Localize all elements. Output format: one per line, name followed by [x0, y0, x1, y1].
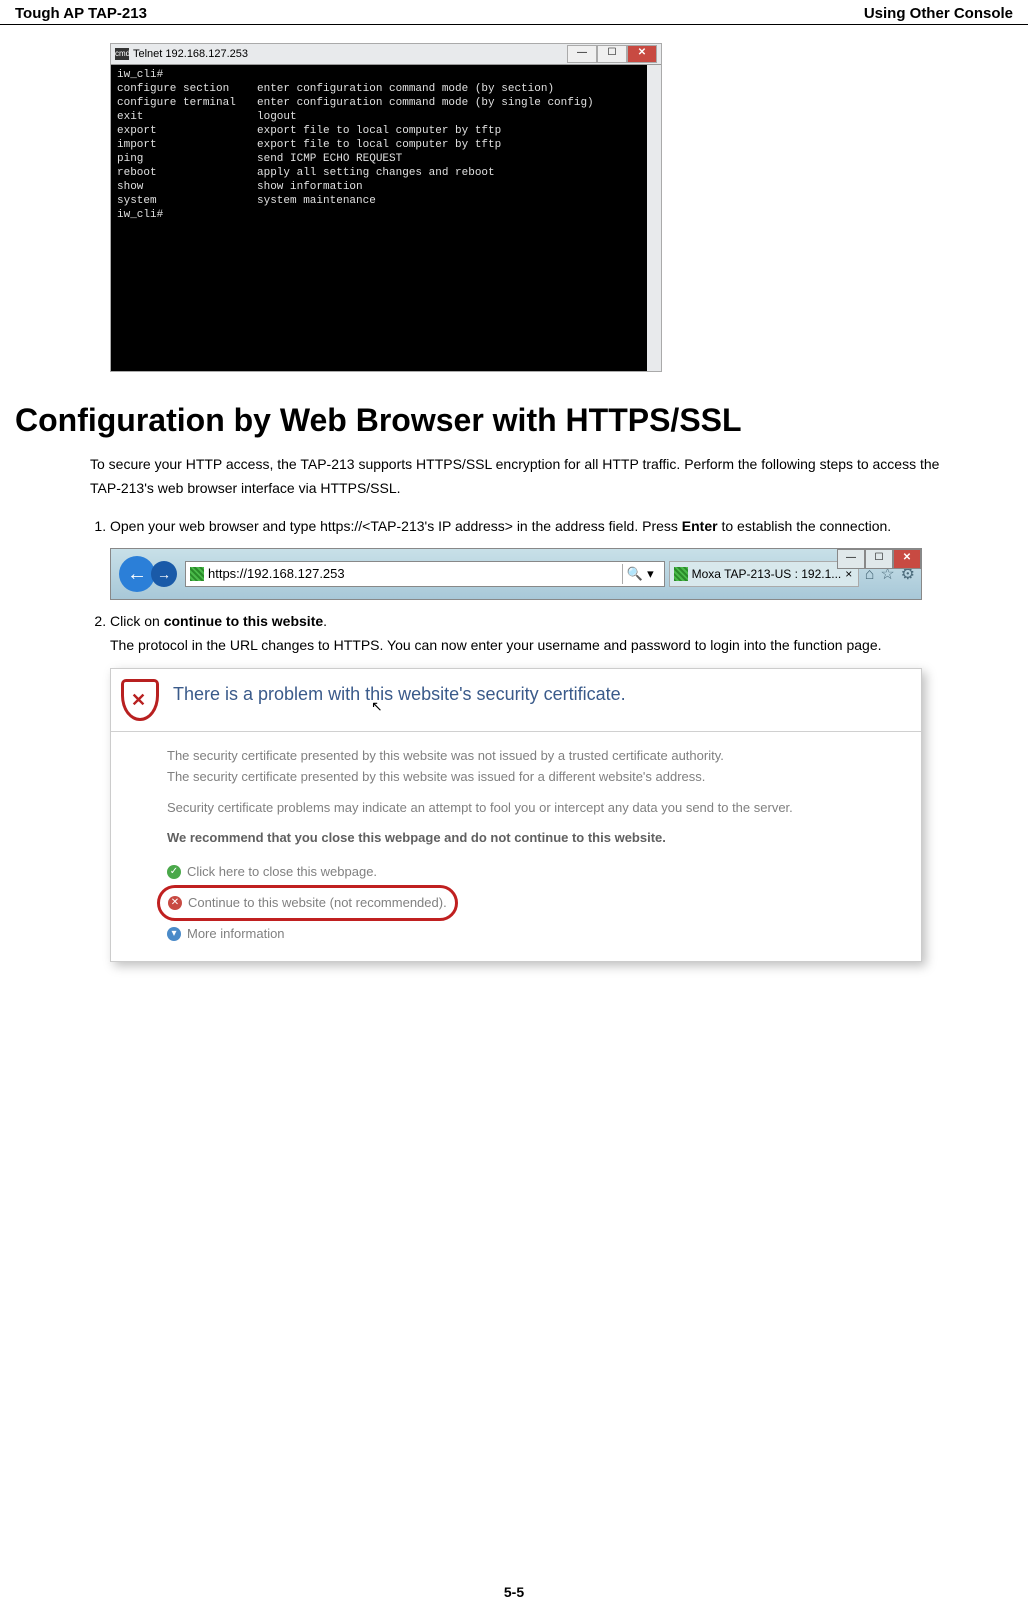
shield-error-icon — [121, 679, 159, 721]
more-info-link[interactable]: ▾ More information — [167, 921, 911, 947]
browser-tab[interactable]: Moxa TAP-213-US : 192.1... × — [669, 561, 859, 587]
browser-bar: — ☐ ✕ ← → https://192.168.127.253 🔍 ▾ — [110, 548, 922, 600]
url-text: https://192.168.127.253 — [208, 563, 616, 585]
search-box[interactable]: 🔍 ▾ — [622, 564, 654, 584]
search-dropdown-icon: ▾ — [647, 563, 654, 585]
info-icon: ▾ — [167, 927, 181, 941]
maximize-button[interactable]: ☐ — [597, 45, 627, 63]
forward-button[interactable]: → — [151, 561, 177, 587]
scroll-up-icon[interactable]: ▴ — [647, 65, 661, 79]
cursor-icon: ↖ — [371, 695, 383, 719]
step-2-description: The protocol in the URL changes to HTTPS… — [110, 634, 963, 658]
header-right: Using Other Console — [864, 5, 1013, 22]
close-button[interactable]: ✕ — [627, 45, 657, 63]
step-1: Open your web browser and type https://<… — [110, 515, 963, 601]
tab-favicon-icon — [674, 567, 688, 581]
header-left: Tough AP TAP-213 — [15, 5, 147, 22]
telnet-window: cmd Telnet 192.168.127.253 — ☐ ✕ ▴ ▾ iw_… — [110, 43, 662, 372]
url-field[interactable]: https://192.168.127.253 🔍 ▾ — [185, 561, 665, 587]
section-title: Configuration by Web Browser with HTTPS/… — [15, 402, 1013, 439]
cert-warning-title: There is a problem with this website's s… — [173, 679, 626, 710]
browser-maximize-button[interactable]: ☐ — [865, 549, 893, 569]
x-icon: ✕ — [168, 896, 182, 910]
minimize-button[interactable]: — — [567, 45, 597, 63]
page-number: 5-5 — [0, 1584, 1028, 1600]
intro-paragraph: To secure your HTTP access, the TAP-213 … — [90, 453, 963, 501]
cert-recommend: We recommend that you close this webpage… — [167, 828, 911, 849]
certificate-warning-box: There is a problem with this website's s… — [110, 668, 922, 962]
cert-p2: The security certificate presented by th… — [167, 769, 705, 784]
browser-close-button[interactable]: ✕ — [893, 549, 921, 569]
magnify-icon: 🔍 — [627, 563, 643, 585]
continue-website-link[interactable]: ✕ Continue to this website (not recommen… — [157, 885, 458, 921]
moxa-favicon-icon — [190, 567, 204, 581]
cmd-icon: cmd — [115, 48, 129, 60]
cert-p3: Security certificate problems may indica… — [167, 798, 911, 819]
browser-minimize-button[interactable]: — — [837, 549, 865, 569]
back-button[interactable]: ← — [119, 556, 155, 592]
cert-p1: The security certificate presented by th… — [167, 748, 724, 763]
scroll-down-icon[interactable]: ▾ — [647, 357, 661, 371]
terminal-output: ▴ ▾ iw_cli# configure sectionenter confi… — [111, 65, 661, 371]
telnet-title: Telnet 192.168.127.253 — [133, 48, 567, 60]
step-2: Click on continue to this website. The p… — [110, 610, 963, 962]
telnet-titlebar: cmd Telnet 192.168.127.253 — ☐ ✕ — [111, 44, 661, 65]
tab-title: Moxa TAP-213-US : 192.1... — [692, 564, 842, 584]
close-webpage-link[interactable]: ✓ Click here to close this webpage. — [167, 859, 911, 885]
check-icon: ✓ — [167, 865, 181, 879]
